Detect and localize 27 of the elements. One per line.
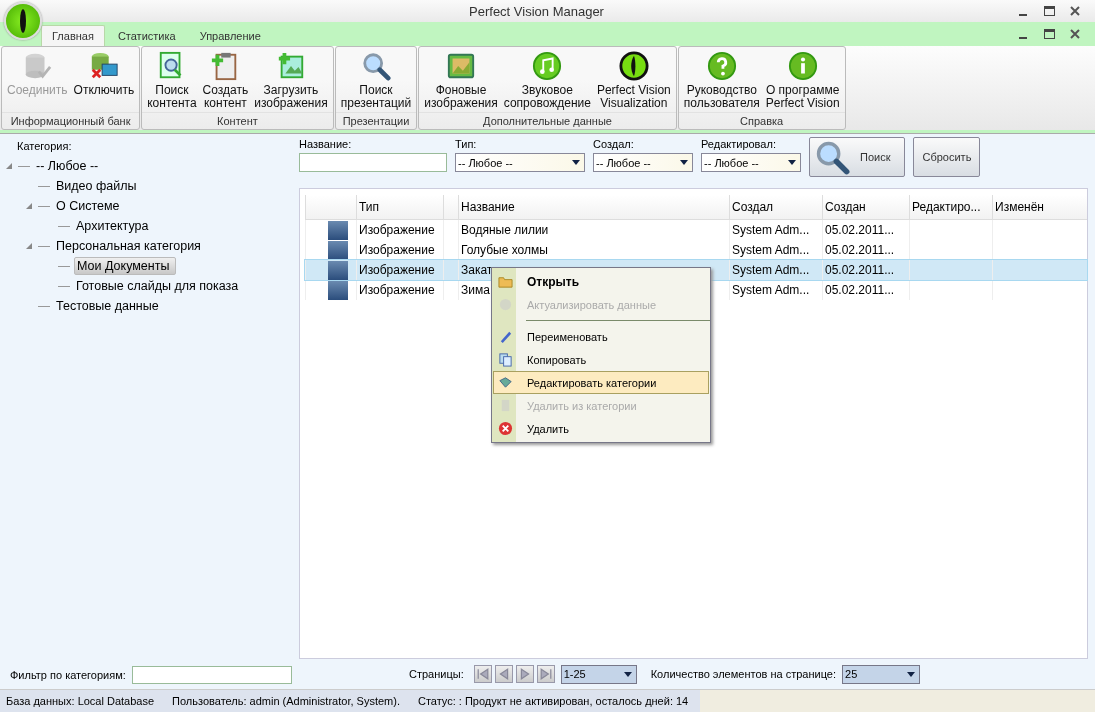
table-cell: 05.02.2011... bbox=[822, 260, 909, 280]
table-cell: Изображение bbox=[356, 280, 443, 300]
group-label: Информационный банк bbox=[2, 112, 140, 129]
table-cell: Изображение bbox=[356, 260, 443, 280]
window-title: Perfect Vision Manager bbox=[468, 3, 605, 19]
per-page-label: Количество элементов на странице: bbox=[650, 668, 837, 680]
category-label: Категория: bbox=[17, 140, 72, 152]
table-cell: System Adm... bbox=[729, 220, 822, 240]
filter-label: Фильтр по категориям: bbox=[10, 669, 126, 681]
table-cell: Изображение bbox=[356, 220, 443, 240]
group-label: Презентации bbox=[335, 112, 417, 129]
field-label: Редактировал: bbox=[701, 138, 777, 150]
status-text: Статус: : Продукт не активирован, осталось дней: 14 bbox=[411, 690, 701, 712]
field-label: Название: bbox=[299, 138, 353, 150]
table-cell: Водяные лилии bbox=[458, 220, 729, 240]
status-text: Пользователь: admin (Administrator, System). bbox=[166, 690, 412, 712]
group-label: Дополнительные данные bbox=[419, 112, 676, 129]
field-label: Создал: bbox=[593, 138, 635, 150]
table-cell: System Adm... bbox=[729, 260, 822, 280]
table-cell: 05.02.2011... bbox=[822, 280, 909, 300]
table-cell: System Adm... bbox=[729, 280, 822, 300]
status-text: База данных: Local Database bbox=[0, 690, 167, 712]
pages-label: Страницы: bbox=[409, 668, 464, 680]
field-label: Тип: bbox=[455, 138, 478, 150]
group-label: Контент bbox=[142, 112, 333, 129]
table-cell: 05.02.2011... bbox=[822, 220, 909, 240]
group-label: Справка bbox=[678, 112, 845, 129]
